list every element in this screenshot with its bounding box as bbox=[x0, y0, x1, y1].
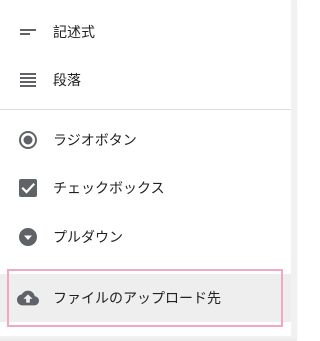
question-type-menu: 記述式 段落 ラジオボタン チェックボックス プルダウン ファイルのアップロード… bbox=[0, 0, 291, 341]
menu-item-dropdown[interactable]: プルダウン bbox=[0, 213, 291, 261]
background-strip bbox=[291, 0, 297, 341]
menu-item-label: 記述式 bbox=[53, 25, 95, 41]
bottom-edge bbox=[0, 336, 297, 341]
menu-item-checkbox[interactable]: チェックボックス bbox=[0, 164, 291, 212]
paragraph-icon bbox=[20, 73, 36, 87]
cloud-upload-icon bbox=[17, 290, 39, 306]
short-answer-icon bbox=[20, 29, 36, 35]
menu-item-paragraph[interactable]: 段落 bbox=[0, 56, 291, 104]
menu-item-label: ファイルのアップロード先 bbox=[53, 291, 221, 307]
menu-item-file-upload[interactable]: ファイルのアップロード先 bbox=[0, 274, 291, 322]
menu-item-label: プルダウン bbox=[53, 230, 123, 246]
radio-button-icon bbox=[19, 131, 37, 149]
dropdown-icon bbox=[19, 228, 37, 246]
menu-item-label: チェックボックス bbox=[53, 181, 165, 197]
menu-item-short-answer[interactable]: 記述式 bbox=[0, 8, 291, 56]
menu-item-label: 段落 bbox=[53, 73, 81, 89]
menu-divider bbox=[0, 109, 291, 110]
menu-item-radio-button[interactable]: ラジオボタン bbox=[0, 116, 291, 164]
checkbox-icon bbox=[19, 179, 37, 197]
menu-item-label: ラジオボタン bbox=[53, 133, 137, 149]
